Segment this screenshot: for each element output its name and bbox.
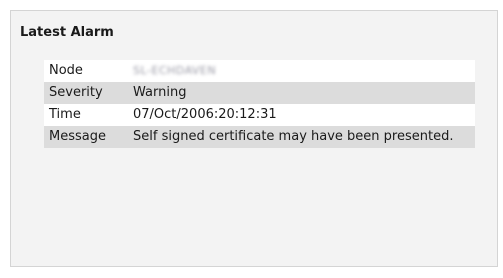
node-label: Node xyxy=(44,60,129,82)
message-label: Message xyxy=(44,126,129,148)
severity-label: Severity xyxy=(44,82,129,104)
node-value: SL-ECHDAVEN xyxy=(129,60,475,82)
table-row-time: Time 07/Oct/2006:20:12:31 xyxy=(44,104,475,126)
time-label: Time xyxy=(44,104,129,126)
alarm-details-table: Node SL-ECHDAVEN Severity Warning Time 0… xyxy=(44,60,475,148)
message-value: Self signed certificate may have been pr… xyxy=(129,126,475,148)
severity-value: Warning xyxy=(129,82,475,104)
time-value: 07/Oct/2006:20:12:31 xyxy=(129,104,475,126)
table-row-message: Message Self signed certificate may have… xyxy=(44,126,475,148)
table-row-node: Node SL-ECHDAVEN xyxy=(44,60,475,82)
table-row-severity: Severity Warning xyxy=(44,82,475,104)
node-value-redacted: SL-ECHDAVEN xyxy=(133,64,217,77)
panel-title: Latest Alarm xyxy=(20,25,114,40)
